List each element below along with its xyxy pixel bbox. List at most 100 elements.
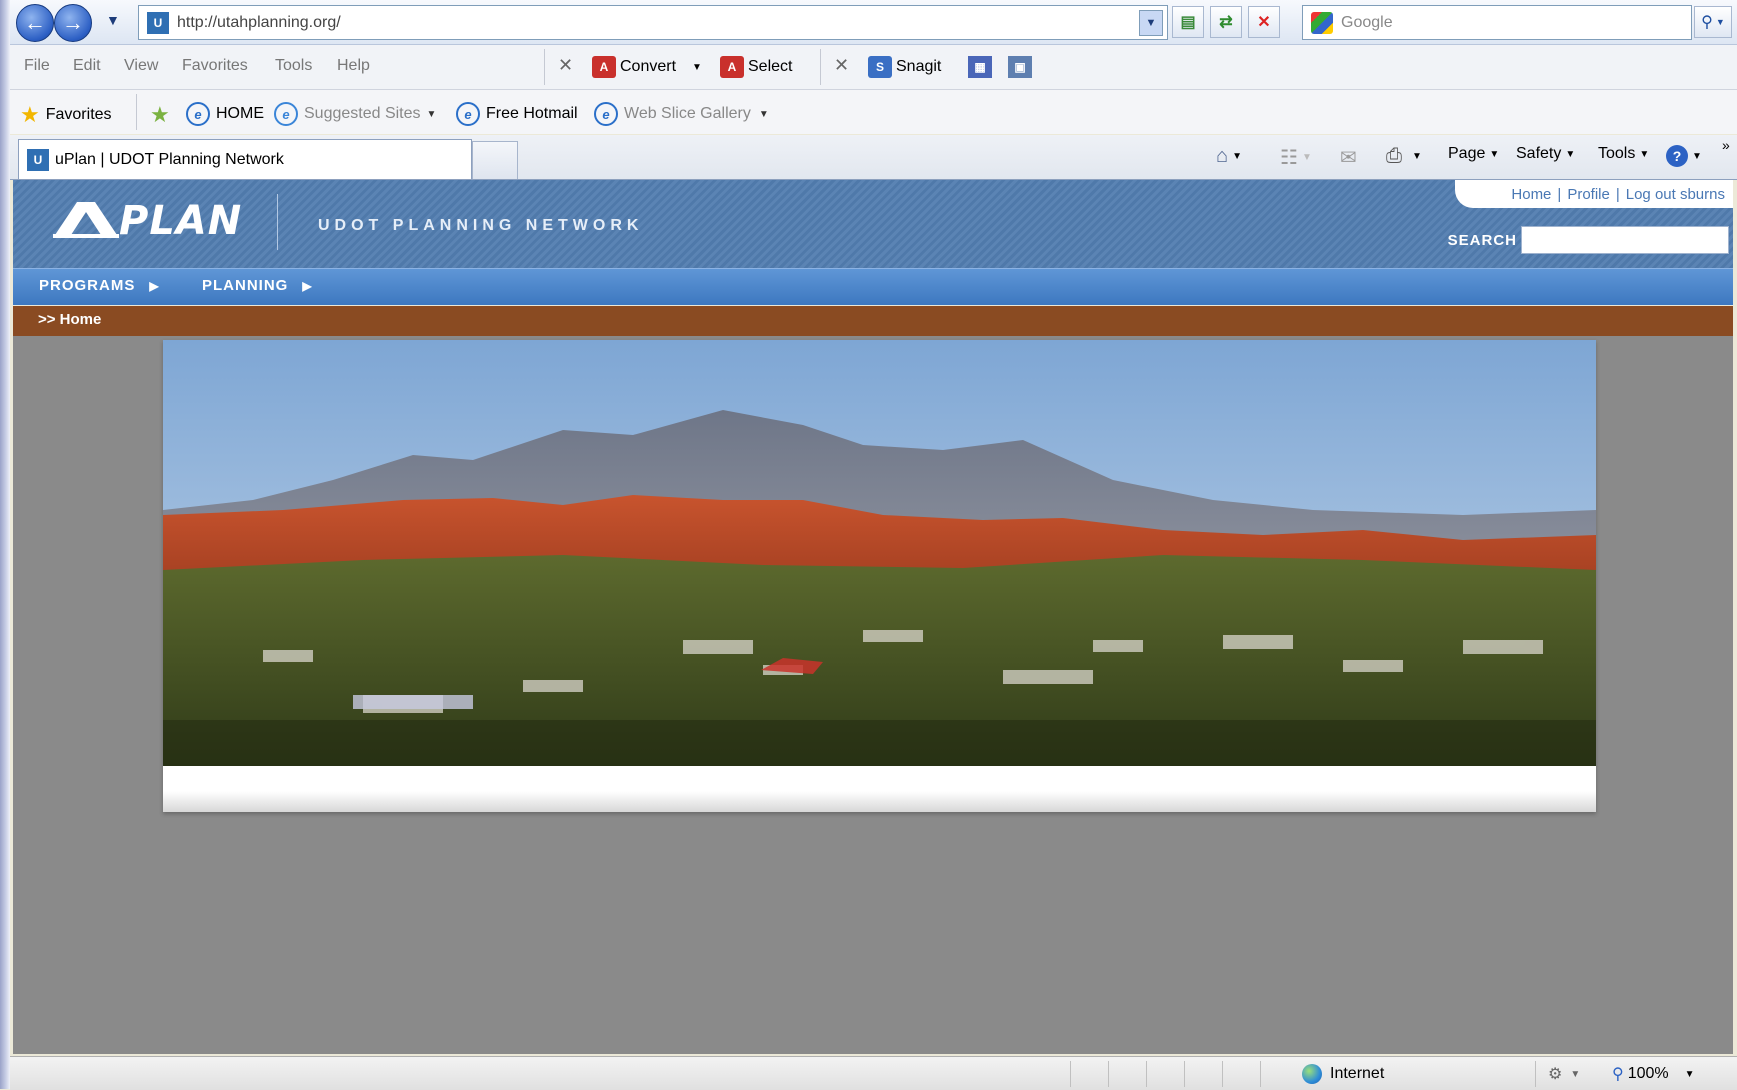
search-placeholder: Google: [1341, 13, 1393, 31]
stop-icon: ✕: [1257, 14, 1271, 31]
chevron-down-icon: ▼: [1565, 148, 1576, 160]
tab-uplan[interactable]: U uPlan | UDOT Planning Network: [18, 139, 472, 179]
tab-row: U uPlan | UDOT Planning Network ⌂ ▼ ☷ ▼ …: [10, 135, 1737, 180]
pdf-convert-icon: A: [592, 56, 616, 78]
select-button[interactable]: A Select: [720, 53, 792, 81]
refresh-button[interactable]: ⇄: [1210, 6, 1242, 38]
logout-link[interactable]: Log out sburns: [1626, 186, 1725, 203]
close-toolbar-icon[interactable]: ✕: [558, 55, 573, 76]
menu-favorites[interactable]: Favorites: [182, 57, 248, 75]
suggested-sites-label: Suggested Sites: [304, 105, 421, 122]
forward-button[interactable]: →: [54, 4, 92, 42]
search-input[interactable]: Google: [1302, 5, 1692, 40]
snagit-capture-button[interactable]: ▦: [968, 53, 996, 81]
home-button[interactable]: ⌂ ▼: [1216, 145, 1242, 168]
ie-page-icon: e: [594, 102, 618, 126]
convert-dropdown-icon[interactable]: ▼: [692, 62, 702, 73]
security-zone-label: Internet: [1330, 1065, 1385, 1082]
free-hotmail-link[interactable]: e Free Hotmail: [456, 102, 578, 126]
banner-panel: [163, 340, 1596, 812]
suggested-sites-link[interactable]: e Suggested Sites ▼: [274, 102, 436, 126]
google-logo-icon: [1311, 11, 1333, 34]
chevron-down-icon: ▼: [1301, 152, 1312, 163]
chevron-down-icon: ▼: [1412, 151, 1422, 162]
landscape-banner-image: [163, 340, 1596, 766]
site-search-input[interactable]: [1521, 226, 1729, 254]
select-label: Select: [748, 58, 793, 75]
profile-link[interactable]: Profile: [1567, 186, 1610, 203]
nav-programs-label: PROGRAMS: [39, 277, 136, 294]
feeds-icon: ☷: [1280, 147, 1298, 169]
web-slice-gallery-link[interactable]: e Web Slice Gallery ▼: [594, 102, 769, 126]
tab-title: uPlan | UDOT Planning Network: [55, 150, 284, 168]
toolbar-separator: [544, 49, 545, 85]
nav-planning[interactable]: PLANNING ▶: [202, 277, 313, 294]
security-zone[interactable]: Internet: [1302, 1064, 1384, 1084]
breadcrumb: >> Home: [13, 306, 1733, 336]
nav-planning-label: PLANNING: [202, 277, 289, 294]
address-field[interactable]: U http://utahplanning.org/ ▼: [138, 5, 1168, 40]
help-icon: ?: [1666, 145, 1688, 167]
logo-mark-icon: [53, 202, 119, 238]
menu-help[interactable]: Help: [337, 57, 370, 75]
recent-pages-dropdown[interactable]: ▼: [106, 12, 120, 28]
add-favorite-button[interactable]: ★: [150, 102, 176, 128]
toolbar-separator: [820, 49, 821, 85]
breadcrumb-text[interactable]: >> Home: [38, 311, 101, 328]
tools-menu-button[interactable]: Tools ▼: [1598, 145, 1649, 163]
compatibility-view-button[interactable]: ▤: [1172, 6, 1204, 38]
protected-mode-button[interactable]: ⚙ ▼: [1548, 1064, 1580, 1084]
top-links: Home | Profile | Log out sburns: [1455, 180, 1733, 208]
feeds-button[interactable]: ☷ ▼: [1280, 145, 1312, 170]
menu-toolbar-row: File Edit View Favorites Tools Help ✕ A …: [10, 45, 1737, 90]
status-bar: Internet ⚙ ▼ ⚲ 100% ▼: [10, 1056, 1737, 1090]
chevron-right-icon: ▶: [149, 278, 160, 293]
uplan-logo[interactable]: PLAN: [51, 198, 242, 244]
snagit-button[interactable]: S Snagit: [868, 53, 941, 81]
new-tab-button[interactable]: [472, 141, 518, 179]
help-button[interactable]: ? ▼: [1666, 145, 1702, 167]
menu-view[interactable]: View: [124, 57, 158, 75]
address-bar-row: ← → ▼ U http://utahplanning.org/ ▼ ▤ ⇄ ✕…: [10, 0, 1737, 45]
safety-menu-button[interactable]: Safety ▼: [1516, 145, 1575, 163]
chevron-right-icon: ▶: [302, 278, 313, 293]
editor-icon: ▣: [1008, 56, 1032, 78]
page-menu-button[interactable]: Page ▼: [1448, 145, 1499, 163]
address-dropdown-button[interactable]: ▼: [1139, 10, 1163, 36]
zoom-icon: ⚲: [1612, 1066, 1624, 1083]
menu-edit[interactable]: Edit: [73, 57, 101, 75]
search-button[interactable]: ⚲ ▼: [1694, 6, 1732, 38]
favorites-label: Favorites: [45, 106, 112, 123]
fav-home-link[interactable]: e HOME: [186, 102, 264, 126]
refresh-icon: ⇄: [1219, 14, 1233, 31]
chevron-down-icon: ▼: [1692, 150, 1702, 162]
print-button[interactable]: ⎙ ▼: [1386, 145, 1422, 168]
free-hotmail-label: Free Hotmail: [486, 105, 578, 122]
back-arrow-icon: ←: [24, 10, 46, 35]
add-star-icon: ★: [150, 102, 170, 127]
back-button[interactable]: ←: [16, 4, 54, 42]
ie-page-icon: e: [456, 102, 480, 126]
close-toolbar-icon[interactable]: ✕: [834, 55, 849, 76]
convert-button[interactable]: A Convert ▼: [592, 53, 702, 81]
fav-home-label: HOME: [216, 105, 264, 122]
menu-tools[interactable]: Tools: [275, 57, 312, 75]
chevron-down-icon: ▼: [1684, 1068, 1695, 1080]
site-tagline: UDOT PLANNING NETWORK: [318, 217, 644, 234]
home-link[interactable]: Home: [1511, 186, 1551, 203]
home-icon: ⌂: [1216, 145, 1229, 167]
toolbar-chevron-icon[interactable]: »: [1722, 137, 1730, 153]
zoom-control[interactable]: ⚲ 100% ▼: [1612, 1064, 1695, 1084]
chevron-down-icon: ▼: [1489, 148, 1500, 160]
read-mail-button[interactable]: ✉: [1340, 145, 1357, 170]
mail-icon: ✉: [1340, 147, 1357, 169]
favorites-button[interactable]: ★ Favorites: [20, 102, 112, 128]
snagit-editor-button[interactable]: ▣: [1008, 53, 1036, 81]
menu-file[interactable]: File: [24, 57, 50, 75]
nav-programs[interactable]: PROGRAMS ▶: [39, 277, 160, 294]
compatibility-icon: ▤: [1180, 14, 1196, 31]
snagit-label: Snagit: [896, 58, 942, 75]
protected-mode-icon: ⚙: [1548, 1066, 1563, 1083]
chevron-down-icon: ▼: [426, 108, 437, 120]
stop-button[interactable]: ✕: [1248, 6, 1280, 38]
